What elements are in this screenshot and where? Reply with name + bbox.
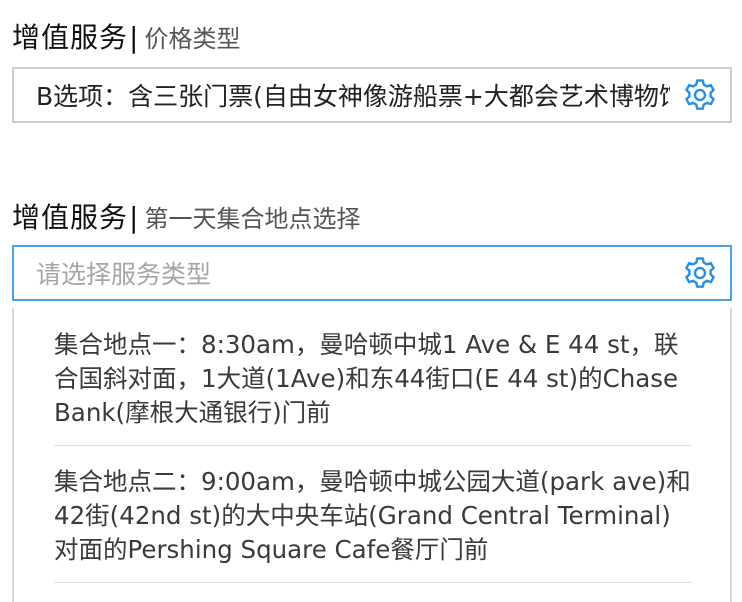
section-separator: | — [129, 201, 139, 234]
price-type-select[interactable]: B选项：含三张门票(自由女神像游船票+大都会艺术博物馆+帝国大厦) — [12, 67, 732, 123]
section-header-meeting-point: 增值服务 | 第一天集合地点选择 — [12, 196, 360, 236]
option-divider — [54, 582, 692, 583]
gear-icon[interactable] — [682, 255, 718, 291]
section-subtitle: 价格类型 — [144, 25, 241, 53]
price-type-value: B选项：含三张门票(自由女神像游船票+大都会艺术博物馆+帝国大厦) — [36, 82, 670, 111]
option-divider — [54, 445, 692, 446]
meeting-point-placeholder: 请选择服务类型 — [36, 260, 212, 289]
section-title: 增值服务 — [12, 21, 129, 54]
page: 增值服务 | 价格类型 B选项：含三张门票(自由女神像游船票+大都会艺术博物馆+… — [0, 0, 742, 602]
dropdown-option[interactable]: 集合地点二：9:00am，曼哈顿中城公园大道(park ave)和42街(42n… — [54, 465, 694, 567]
section-title: 增值服务 — [12, 201, 129, 234]
meeting-point-select[interactable]: 请选择服务类型 — [12, 245, 732, 301]
section-header-price-type: 增值服务 | 价格类型 — [12, 16, 240, 56]
gear-icon[interactable] — [682, 77, 718, 113]
section-subtitle: 第一天集合地点选择 — [144, 205, 361, 233]
meeting-point-dropdown: 集合地点一：8:30am，曼哈顿中城1 Ave & E 44 st，联合国斜对面… — [12, 308, 732, 602]
dropdown-option[interactable]: 集合地点一：8:30am，曼哈顿中城1 Ave & E 44 st，联合国斜对面… — [54, 328, 694, 430]
section-separator: | — [129, 21, 139, 54]
